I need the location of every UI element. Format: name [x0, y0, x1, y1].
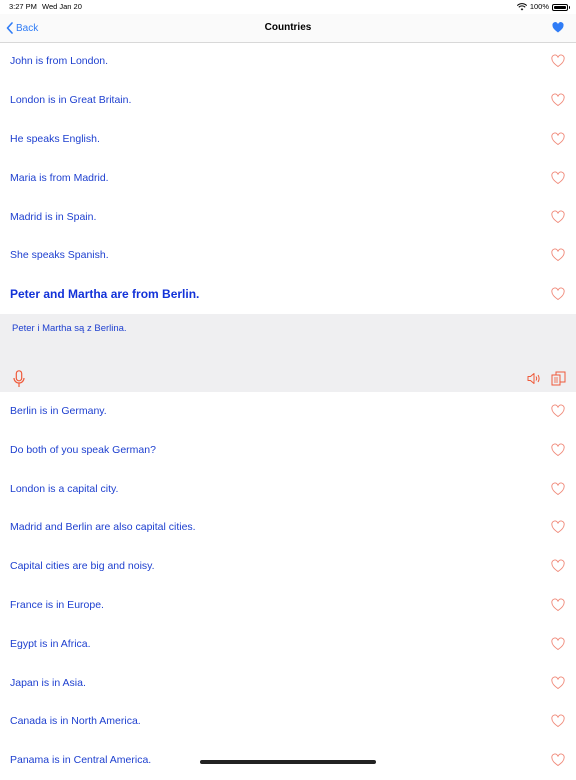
status-bar: 3:27 PM Wed Jan 20 100%	[0, 0, 576, 14]
sentence-text: Egypt is in Africa.	[10, 637, 91, 650]
sentence-text: She speaks Spanish.	[10, 249, 109, 262]
copy-icon[interactable]	[551, 371, 566, 386]
heart-outline-icon[interactable]	[551, 248, 565, 262]
heart-outline-icon[interactable]	[551, 637, 565, 650]
navigation-bar: Back Countries	[0, 14, 576, 43]
heart-outline-icon[interactable]	[551, 753, 565, 767]
list-item[interactable]: London is in Great Britain.	[0, 81, 576, 120]
sentence-text: Panama is in Central America.	[10, 754, 152, 767]
heart-outline-icon[interactable]	[551, 171, 565, 184]
heart-filled-icon[interactable]	[552, 22, 564, 33]
list-item[interactable]: Capital cities are big and noisy.	[0, 547, 576, 586]
sentence-text: London is in Great Britain.	[10, 94, 132, 107]
heart-outline-icon[interactable]	[551, 482, 565, 495]
status-date: Wed Jan 20	[42, 2, 82, 11]
list-item[interactable]: John is from London.	[0, 42, 576, 81]
heart-outline-icon[interactable]	[551, 676, 565, 689]
sentence-text: He speaks English.	[10, 132, 100, 145]
sentence-text: Peter and Martha are from Berlin.	[10, 287, 200, 302]
list-item[interactable]: Berlin is in Germany.	[0, 392, 576, 431]
status-right: 100%	[516, 0, 570, 14]
heart-outline-icon[interactable]	[551, 54, 565, 68]
list-item[interactable]: Madrid is in Spain.	[0, 197, 576, 236]
home-indicator[interactable]	[200, 760, 376, 764]
heart-outline-icon[interactable]	[551, 559, 565, 573]
list-item[interactable]: She speaks Spanish.	[0, 236, 576, 275]
wifi-icon	[516, 3, 527, 11]
translation-text: Peter i Martha są z Berlina.	[12, 322, 127, 334]
sentence-text: Canada is in North America.	[10, 715, 141, 728]
heart-outline-icon[interactable]	[551, 404, 565, 418]
microphone-icon[interactable]	[13, 369, 25, 388]
sentence-text: London is a capital city.	[10, 482, 119, 495]
sentence-list: John is from London. London is in Great …	[0, 42, 576, 780]
sentence-text: Do both of you speak German?	[10, 443, 156, 456]
heart-outline-icon[interactable]	[551, 443, 565, 456]
heart-outline-icon[interactable]	[551, 287, 565, 301]
heart-outline-icon[interactable]	[551, 93, 565, 107]
heart-outline-icon[interactable]	[551, 210, 565, 223]
heart-outline-icon[interactable]	[551, 132, 565, 146]
sentence-text: Maria is from Madrid.	[10, 171, 109, 184]
speaker-icon[interactable]	[527, 372, 541, 385]
list-item[interactable]: Canada is in North America.	[0, 702, 576, 741]
sentence-text: Madrid and Berlin are also capital citie…	[10, 521, 196, 534]
list-item[interactable]: Maria is from Madrid.	[0, 158, 576, 197]
sentence-text: Berlin is in Germany.	[10, 404, 107, 417]
list-item[interactable]: Do both of you speak German?	[0, 430, 576, 469]
status-time: 3:27 PM	[9, 2, 37, 11]
translation-panel: Peter i Martha są z Berlina.	[0, 313, 576, 392]
list-item-active[interactable]: Peter and Martha are from Berlin.	[0, 275, 576, 314]
sentence-text: Madrid is in Spain.	[10, 210, 97, 223]
list-item[interactable]: Madrid and Berlin are also capital citie…	[0, 508, 576, 547]
battery-icon	[552, 3, 570, 11]
sentence-text: John is from London.	[10, 55, 109, 68]
heart-outline-icon[interactable]	[551, 598, 565, 612]
list-item[interactable]: He speaks English.	[0, 120, 576, 159]
list-item[interactable]: Egypt is in Africa.	[0, 624, 576, 663]
sentence-text: Japan is in Asia.	[10, 676, 86, 689]
heart-outline-icon[interactable]	[551, 520, 565, 534]
list-item[interactable]: London is a capital city.	[0, 469, 576, 508]
list-item[interactable]: Japan is in Asia.	[0, 663, 576, 702]
sentence-text: France is in Europe.	[10, 598, 104, 611]
sentence-text: Capital cities are big and noisy.	[10, 560, 155, 573]
page-title: Countries	[264, 22, 312, 33]
heart-outline-icon[interactable]	[551, 714, 565, 728]
list-item[interactable]: France is in Europe.	[0, 586, 576, 625]
battery-percent: 100%	[529, 2, 549, 11]
